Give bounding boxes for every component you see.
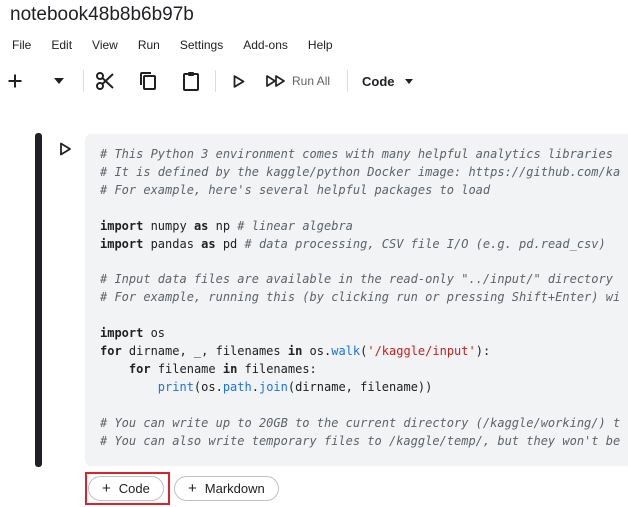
cell-focus-bar <box>35 133 42 467</box>
code-token: pd <box>215 236 245 251</box>
add-markdown-cell-button[interactable]: + Markdown <box>174 476 279 501</box>
code-token: # You can write up to 20GB to the curren… <box>100 415 621 430</box>
code-line: # You can also write temporary files to … <box>100 434 620 448</box>
code-token: np <box>208 218 238 233</box>
add-markdown-label: Markdown <box>204 481 265 496</box>
code-token: dirname, _, filenames <box>121 343 288 358</box>
code-token: for <box>128 361 151 376</box>
menu-settings[interactable]: Settings <box>180 37 223 57</box>
code-line: # For example, running this (by clicking… <box>100 290 620 304</box>
run-all-label: Run All <box>292 74 331 88</box>
code-line: # For example, here's several helpful pa… <box>100 183 490 197</box>
code-token: import <box>100 218 144 233</box>
menu-run[interactable]: Run <box>138 37 160 57</box>
menu-edit[interactable]: Edit <box>51 37 72 57</box>
code-token: print <box>157 379 194 394</box>
code-token: # This Python 3 environment comes with m… <box>100 147 613 161</box>
code-token: os. <box>302 343 332 358</box>
cut-cell-button[interactable] <box>94 68 116 94</box>
play-outline-icon <box>57 142 73 161</box>
cell-run-button[interactable] <box>57 141 73 157</box>
caret-down-icon <box>404 78 413 84</box>
code-token: # linear algebra <box>237 218 353 233</box>
code-token: walk <box>331 343 361 358</box>
code-token: # data processing, CSV file I/O (e.g. pd… <box>244 236 606 251</box>
run-cell-button[interactable] <box>230 68 248 94</box>
code-token: # It is defined by the kaggle/python Doc… <box>100 164 621 179</box>
code-line: # It is defined by the kaggle/python Doc… <box>100 165 620 179</box>
code-content[interactable]: # This Python 3 environment comes with m… <box>100 146 620 450</box>
code-token: filenames: <box>237 361 317 376</box>
play-icon <box>233 74 245 88</box>
copy-cell-button[interactable] <box>137 68 159 94</box>
toolbar-divider <box>347 70 348 92</box>
code-token: join <box>258 379 288 394</box>
highlight-box <box>85 472 170 505</box>
code-line: # Input data files are available in the … <box>100 272 613 286</box>
code-token: # For example, running this (by clicking… <box>100 290 621 305</box>
scissors-icon <box>95 71 115 91</box>
caret-down-icon <box>54 78 64 84</box>
cell-type-select[interactable]: Code <box>362 68 418 94</box>
code-line: # This Python 3 environment comes with m… <box>100 147 613 161</box>
add-cell-dropdown[interactable] <box>50 68 68 94</box>
notebook-title[interactable]: notebook48b8b6b97b <box>10 4 194 26</box>
code-token: import <box>100 326 144 341</box>
paste-cell-button[interactable] <box>180 68 202 94</box>
code-line: import numpy as np # linear algebra <box>100 219 353 233</box>
code-token: (dirname, filename)) <box>287 379 433 394</box>
code-token: os <box>143 326 166 341</box>
code-token: as <box>193 218 209 233</box>
toolbar: Run All Code <box>0 62 628 100</box>
code-token: for <box>100 343 122 358</box>
menu-add-ons[interactable]: Add-ons <box>243 37 288 57</box>
add-cell-button[interactable] <box>4 68 26 94</box>
toolbar-divider <box>83 70 84 92</box>
clipboard-icon <box>182 71 200 91</box>
code-token: import <box>100 236 144 251</box>
plus-icon <box>7 73 23 89</box>
menu-file[interactable]: File <box>12 37 31 57</box>
code-line: import pandas as pd # data processing, C… <box>100 237 606 251</box>
code-token: # For example, here's several helpful pa… <box>100 182 491 197</box>
code-token: filename <box>150 361 223 376</box>
code-token: in <box>287 343 303 358</box>
menu-help[interactable]: Help <box>308 37 333 57</box>
code-cell-editor[interactable]: # This Python 3 environment comes with m… <box>85 134 628 466</box>
menu-view[interactable]: View <box>92 37 118 57</box>
code-line: # You can write up to 20GB to the curren… <box>100 416 620 430</box>
code-line: for filename in filenames: <box>100 362 317 376</box>
code-token: (os. <box>193 379 223 394</box>
code-token: in <box>222 361 238 376</box>
copy-icon <box>139 71 157 91</box>
code-line: print(os.path.join(dirname, filename)) <box>100 379 433 394</box>
run-all-button[interactable]: Run All <box>266 68 336 94</box>
cell-type-value: Code <box>362 73 395 89</box>
code-token: pandas <box>143 236 202 251</box>
code-token: # You can also write temporary files to … <box>100 433 621 448</box>
code-token: . <box>251 379 259 394</box>
menu-bar: File Edit View Run Settings Add-ons Help <box>0 37 342 57</box>
code-token: '/kaggle/input' <box>367 343 476 358</box>
code-line: for dirname, _, filenames in os.walk('/k… <box>100 344 490 358</box>
code-token: path <box>222 379 252 394</box>
code-token: ): <box>475 343 491 358</box>
fast-forward-icon <box>266 75 286 87</box>
code-token: numpy <box>143 218 194 233</box>
code-token: # Input data files are available in the … <box>100 272 613 287</box>
plus-icon: + <box>188 480 197 497</box>
code-token: as <box>201 236 216 251</box>
code-line: import os <box>100 326 165 340</box>
toolbar-divider <box>215 70 216 92</box>
